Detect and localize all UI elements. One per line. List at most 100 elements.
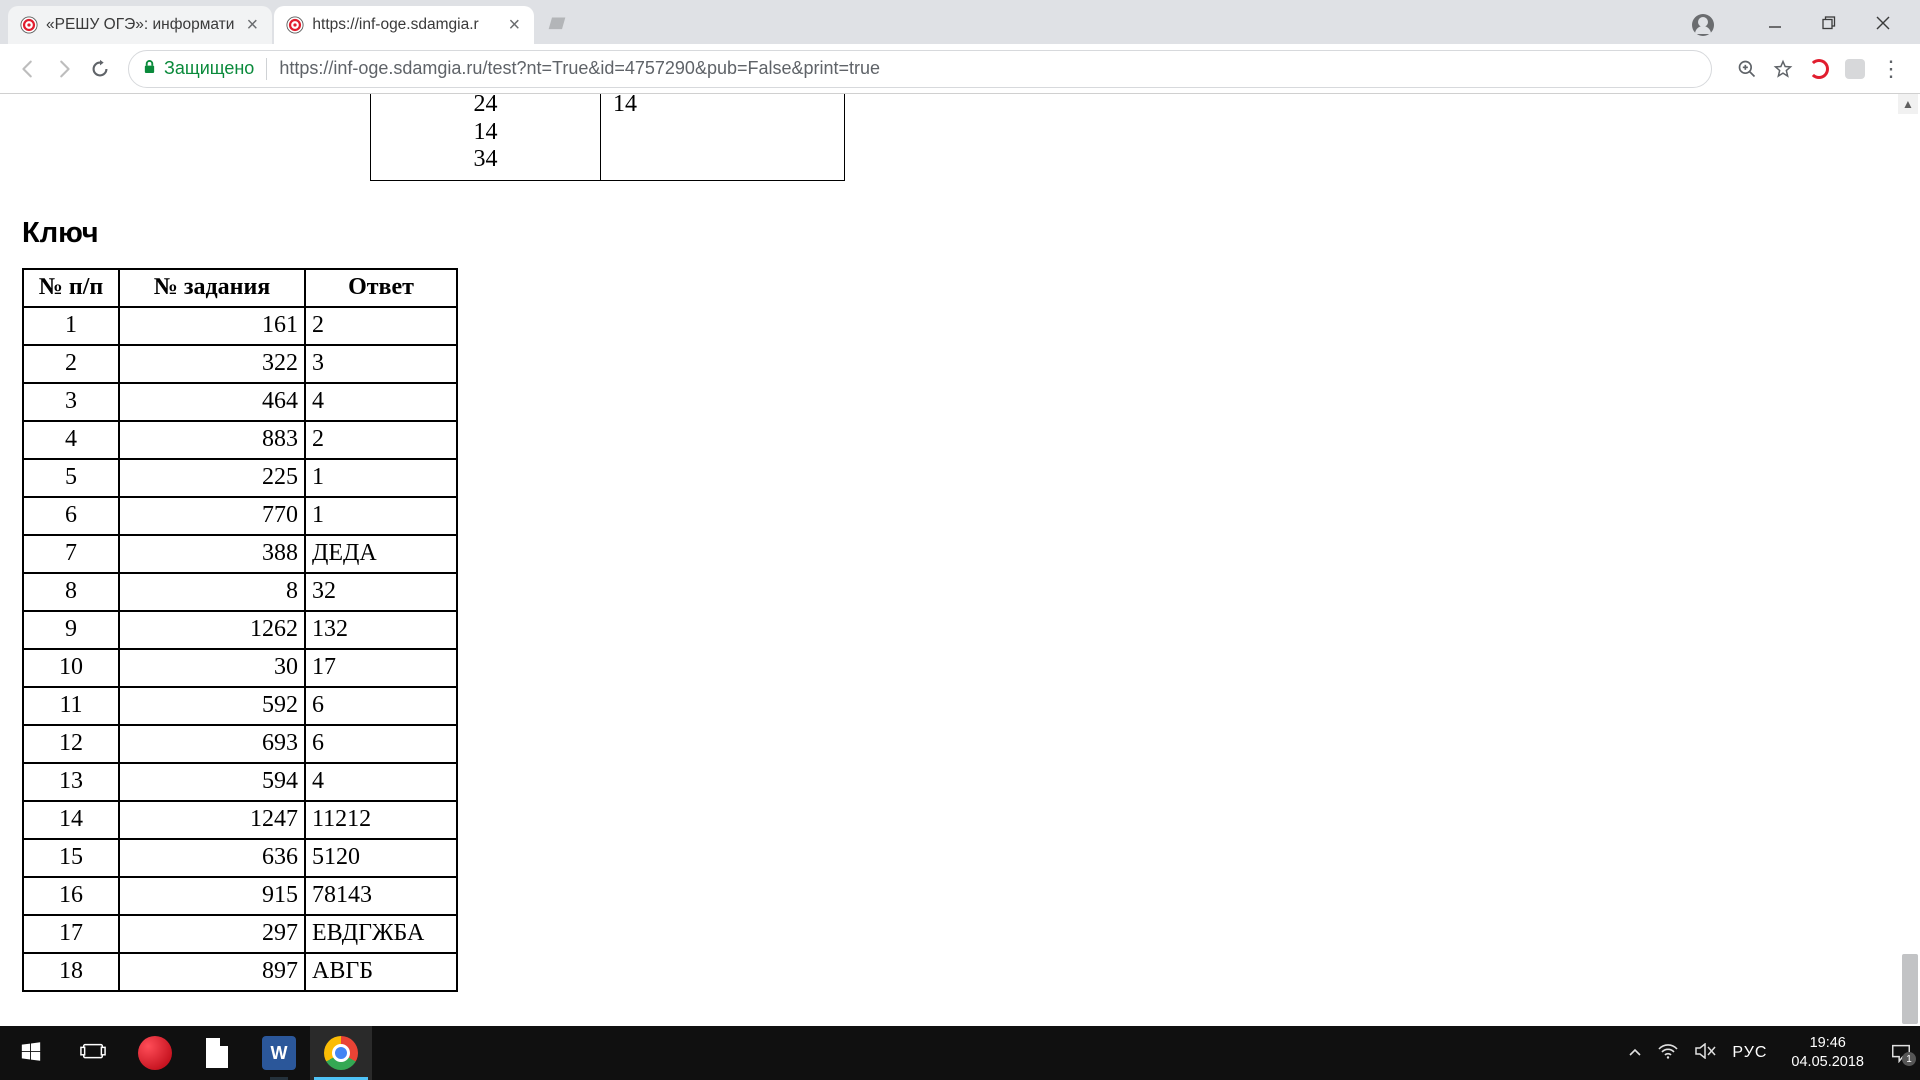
table-row: 18897АВГБ (23, 953, 457, 991)
taskbar-app-word[interactable]: W (248, 1026, 310, 1080)
secure-label: Защищено (164, 58, 254, 79)
action-center-button[interactable]: 1 (1888, 1042, 1914, 1064)
cell-ans: АВГБ (305, 953, 457, 991)
browser-tab-1[interactable]: https://inf-oge.sdamgia.r × (274, 6, 534, 44)
cell-pp: 13 (23, 763, 119, 801)
reload-button[interactable] (86, 55, 114, 83)
table-row: 48832 (23, 421, 457, 459)
table-row: 8832 (23, 573, 457, 611)
maximize-button[interactable] (1816, 15, 1842, 36)
divider (266, 58, 267, 80)
file-icon (206, 1038, 228, 1068)
cell-ans: 2 (305, 421, 457, 459)
cell-task: 897 (119, 953, 305, 991)
cell-ans: 1 (305, 459, 457, 497)
bookmark-star-icon[interactable] (1772, 58, 1794, 80)
cell-task: 915 (119, 877, 305, 915)
close-window-button[interactable] (1870, 15, 1896, 36)
wifi-icon[interactable] (1658, 1043, 1678, 1064)
cell-pp: 12 (23, 725, 119, 763)
forward-button[interactable] (50, 55, 78, 83)
cell-ans: 5120 (305, 839, 457, 877)
favicon-icon (286, 16, 304, 34)
key-heading: Ключ (22, 217, 1898, 250)
partial-cell-right: 14 (601, 94, 845, 180)
cell-task: 770 (119, 497, 305, 535)
page-viewport: ▲ 24 14 34 14 Ключ № п/п № задания Ответ (0, 94, 1920, 1026)
browser-tab-0[interactable]: «РЕШУ ОГЭ»: информати × (8, 6, 272, 44)
col-header-ans: Ответ (305, 269, 457, 307)
cell-ans: 4 (305, 763, 457, 801)
minimize-button[interactable] (1762, 15, 1788, 36)
cell-ans: 32 (305, 573, 457, 611)
scroll-up-button[interactable]: ▲ (1898, 94, 1918, 114)
cell-task: 388 (119, 535, 305, 573)
table-row: 103017 (23, 649, 457, 687)
menu-button[interactable]: ⋮ (1880, 56, 1902, 82)
volume-muted-icon[interactable] (1694, 1043, 1716, 1064)
page-content: 24 14 34 14 Ключ № п/п № задания Ответ 1… (0, 94, 1920, 992)
task-view-button[interactable] (62, 1026, 124, 1080)
cell-ans: 78143 (305, 877, 457, 915)
cell-ans: 3 (305, 345, 457, 383)
cell-pp: 4 (23, 421, 119, 459)
cell-pp: 2 (23, 345, 119, 383)
favicon-icon (20, 16, 38, 34)
cell-pp: 15 (23, 839, 119, 877)
cell-task: 30 (119, 649, 305, 687)
table-row: 23223 (23, 345, 457, 383)
cell-task: 8 (119, 573, 305, 611)
notification-badge: 1 (1902, 1052, 1916, 1066)
cell-task: 693 (119, 725, 305, 763)
table-row: 1691578143 (23, 877, 457, 915)
table-row: 17297ЕВДГЖБА (23, 915, 457, 953)
close-icon[interactable]: × (242, 15, 262, 35)
window-controls (1692, 14, 1920, 44)
taskbar-app-file[interactable] (186, 1026, 248, 1080)
taskbar-app-chrome[interactable] (310, 1026, 372, 1080)
extension-square-icon[interactable] (1844, 58, 1866, 80)
cell-ans: 2 (305, 307, 457, 345)
input-language[interactable]: РУС (1732, 1044, 1767, 1062)
tray-chevron-icon[interactable] (1628, 1044, 1642, 1062)
cell-task: 322 (119, 345, 305, 383)
partial-cell-left: 24 14 34 (371, 94, 601, 180)
scrollbar-thumb[interactable] (1902, 954, 1918, 1024)
cell-task: 1262 (119, 611, 305, 649)
url-text: https://inf-oge.sdamgia.ru/test?nt=True&… (279, 58, 880, 79)
start-button[interactable] (0, 1026, 62, 1080)
zoom-icon[interactable] (1736, 58, 1758, 80)
extension-opera-icon[interactable] (1808, 58, 1830, 80)
taskbar-app-opera[interactable] (124, 1026, 186, 1080)
cell-pp: 6 (23, 497, 119, 535)
lock-icon (143, 59, 156, 78)
cell-pp: 9 (23, 611, 119, 649)
cell-ans: 11212 (305, 801, 457, 839)
close-icon[interactable]: × (504, 15, 524, 35)
profile-avatar-icon[interactable] (1692, 14, 1714, 36)
cell-pp: 14 (23, 801, 119, 839)
cell-ans: 4 (305, 383, 457, 421)
cell-pp: 5 (23, 459, 119, 497)
table-row: 52251 (23, 459, 457, 497)
new-tab-button[interactable] (542, 10, 572, 40)
cell-pp: 18 (23, 953, 119, 991)
windows-taskbar: W РУС 19:46 04.05.2018 1 (0, 1026, 1920, 1080)
table-row: 7388ДЕДА (23, 535, 457, 573)
cell-task: 592 (119, 687, 305, 725)
tab-title: «РЕШУ ОГЭ»: информати (46, 16, 234, 34)
cell-ans: 6 (305, 687, 457, 725)
cell-task: 161 (119, 307, 305, 345)
cell-ans: ЕВДГЖБА (305, 915, 457, 953)
toolbar-right: ⋮ (1736, 56, 1902, 82)
table-row: 67701 (23, 497, 457, 535)
browser-tabstrip: «РЕШУ ОГЭ»: информати × https://inf-oge.… (0, 0, 1920, 44)
taskbar-clock[interactable]: 19:46 04.05.2018 (1783, 1034, 1872, 1072)
back-button[interactable] (14, 55, 42, 83)
cell-task: 636 (119, 839, 305, 877)
task-view-icon (80, 1041, 106, 1066)
address-bar[interactable]: Защищено https://inf-oge.sdamgia.ru/test… (128, 50, 1712, 88)
cell-task: 1247 (119, 801, 305, 839)
partial-table: 24 14 34 14 (370, 94, 845, 181)
browser-toolbar: Защищено https://inf-oge.sdamgia.ru/test… (0, 44, 1920, 94)
